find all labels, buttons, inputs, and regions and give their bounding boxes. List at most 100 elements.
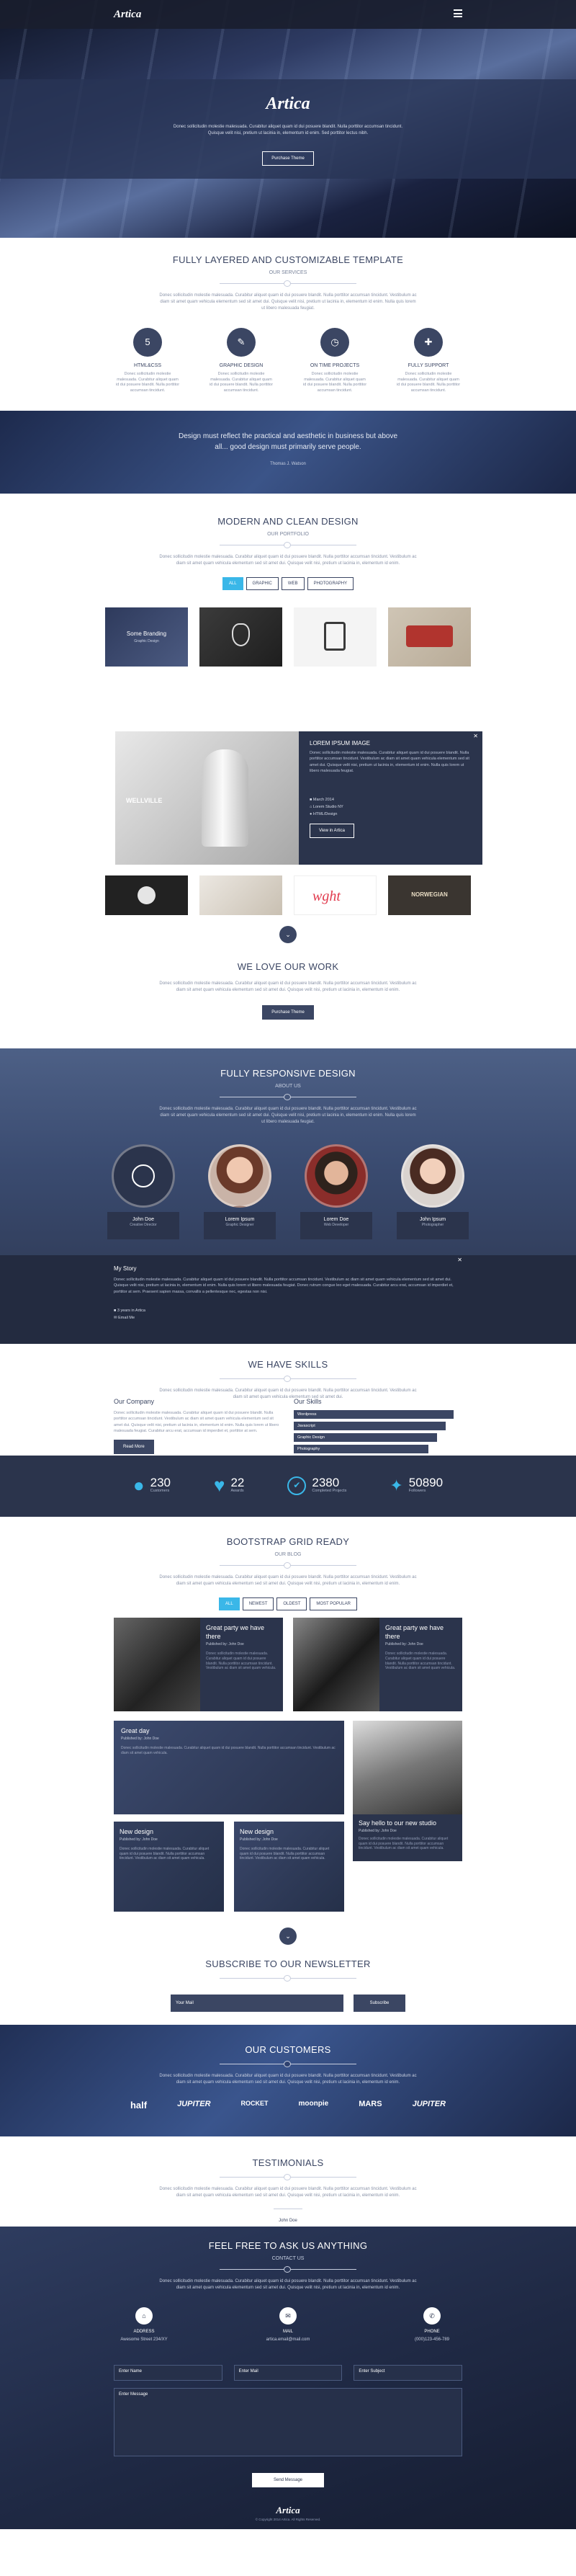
story-meta-2[interactable]: ✉ Email Me: [114, 1316, 135, 1321]
detail-tags: ● HTML/Design: [310, 812, 338, 816]
tab-newest[interactable]: NEWEST: [242, 1597, 274, 1611]
portfolio-item[interactable]: [105, 875, 188, 915]
blog-card[interactable]: Great party we have there Published by: …: [114, 1618, 283, 1711]
tab-most-popular[interactable]: MOST POPULAR: [310, 1597, 357, 1611]
contact-info-item: ⌂ ADDRESS Awesome Street 234/XY: [112, 2307, 176, 2343]
subscribe-button[interactable]: Subscribe: [354, 1994, 405, 2012]
avatar: [112, 1144, 175, 1208]
email-input[interactable]: Enter Mail: [233, 2365, 343, 2381]
contact-info-item: ✆ PHONE (000)123-456-789: [400, 2307, 464, 2343]
contact-subtitle: CONTACT US: [271, 2255, 305, 2261]
quote-section: Design must reflect the practical and ae…: [0, 411, 576, 494]
skills-column: Our Skills Wordpress Javascript Graphic De…: [294, 1397, 462, 1456]
services-section: FULLY LAYERED AND CUSTOMIZABLE TEMPLATE …: [0, 238, 576, 411]
blog-card[interactable]: Great party we have there Published by: …: [293, 1618, 462, 1711]
badge-logo-icon: [406, 625, 453, 648]
blog-post-meta: Published by: John Doe: [359, 1829, 397, 1834]
stat-number: 50890: [408, 1476, 444, 1490]
blog-post-title: New design: [240, 1828, 274, 1835]
story-title: My Story: [114, 1265, 137, 1272]
message-textarea[interactable]: Enter Message: [114, 2388, 462, 2456]
avatar: [208, 1144, 271, 1208]
blog-post-text: Donec sollicitudin molestie malesuada. C…: [359, 1836, 449, 1851]
skill-bar: Javascript: [294, 1422, 446, 1431]
contact-value[interactable]: artica.email@mail.com: [256, 2337, 320, 2343]
portfolio-item[interactable]: [199, 607, 282, 667]
contact-label: PHONE: [424, 2329, 440, 2334]
team-member[interactable]: John Doe Creative Director: [107, 1144, 179, 1239]
chevron-down-icon[interactable]: ⌄: [279, 1927, 297, 1945]
about-text: Donec sollicitudin molestie malesuada. C…: [159, 1106, 417, 1124]
team-role: Graphic Designer: [225, 1223, 254, 1228]
about-section: FULLY RESPONSIVE DESIGN ABOUT US Donec s…: [0, 1048, 576, 1344]
story-meta-1: ■ 3 years in Artica: [114, 1309, 145, 1313]
team-member[interactable]: Lorem Ipsum Graphic Designer: [204, 1144, 276, 1239]
portfolio-item[interactable]: [388, 607, 471, 667]
blog-subtitle: OUR BLOG: [274, 1551, 302, 1557]
blog-card[interactable]: New design Published by: John Doe Donec …: [114, 1822, 224, 1912]
contact-value: (000)123-456-789: [414, 2337, 450, 2343]
name-input[interactable]: Enter Name: [114, 2365, 222, 2381]
close-icon[interactable]: ✕: [473, 733, 478, 741]
divider: [220, 541, 356, 548]
services-title: FULLY LAYERED AND CUSTOMIZABLE TEMPLATE: [172, 254, 404, 265]
story-meta-1-text: 3 years in Artica: [117, 1309, 145, 1313]
blog-card[interactable]: Say hello to our new studio Published by…: [353, 1721, 462, 1861]
detail-view-button[interactable]: View in Artica: [310, 824, 354, 839]
subject-input[interactable]: Enter Subject: [354, 2365, 463, 2381]
team-member[interactable]: Lorem Doe Web Developer: [300, 1144, 372, 1239]
portfolio-item[interactable]: [199, 875, 282, 915]
story-meta-2-text: Email Me: [118, 1316, 135, 1320]
divider: [220, 1093, 356, 1100]
stats-section: ● 230 Customers ♥ 22 Awards ✔ 2380 Complete…: [0, 1456, 576, 1517]
detail-image: WELLVILLE: [115, 731, 299, 865]
menu-icon[interactable]: [454, 9, 462, 17]
tab-web[interactable]: WEB: [281, 576, 305, 591]
hero-purchase-button[interactable]: Purchase Theme: [262, 151, 314, 166]
portfolio-item[interactable]: wght: [294, 875, 377, 915]
tab-graphic[interactable]: GRAPHIC: [246, 576, 279, 591]
send-message-button[interactable]: Send Message: [252, 2473, 324, 2488]
service-item: 5 HTML&CSS Donec sollicitudin molestie m…: [115, 327, 180, 393]
read-more-button[interactable]: Read More: [114, 1440, 154, 1455]
service-item: ◷ ON TIME PROJECTS Donec sollicitudin mo…: [302, 327, 367, 393]
portfolio-row-1: Some Branding Graphic Design: [0, 607, 576, 667]
team-row: John Doe Creative Director Lorem Ipsum G…: [0, 1144, 576, 1239]
tab-photography[interactable]: PHOTOGRAPHY: [307, 576, 354, 591]
customer-logo: ROCKET: [240, 2099, 269, 2107]
contact-info-row: ⌂ ADDRESS Awesome Street 234/XY ✉ MAIL a…: [0, 2307, 576, 2343]
blog-post-meta: Published by: John Doe: [206, 1642, 244, 1647]
service-label: GRAPHIC DESIGN: [219, 362, 264, 368]
newsletter-email-input[interactable]: Your Mail: [171, 1994, 343, 2012]
contact-info-item: ✉ MAIL artica.email@mail.com: [256, 2307, 320, 2343]
close-icon[interactable]: ✕: [457, 1257, 462, 1265]
tab-oldest[interactable]: OLDEST: [276, 1597, 307, 1611]
portfolio-filter-tabs: ALL GRAPHIC WEB PHOTOGRAPHY: [0, 576, 576, 591]
portfolio-item[interactable]: Some Branding Graphic Design: [105, 607, 188, 667]
check-icon: ✔: [287, 1476, 307, 1495]
team-member[interactable]: John Ipsum Photographer: [397, 1144, 469, 1239]
service-text: Donec sollicitudin molestie malesuada. C…: [115, 372, 180, 393]
skills-section: WE HAVE SKILLS Donec sollicitudin molest…: [0, 1344, 576, 1456]
divider: [220, 2060, 356, 2067]
team-name: Lorem Doe: [323, 1216, 349, 1222]
blog-post-title: Great day: [121, 1727, 150, 1734]
tab-all[interactable]: ALL: [219, 1597, 240, 1611]
newsletter-title: SUBSCRIBE TO OUR NEWSLETTER: [205, 1958, 371, 1969]
work-text: Donec sollicitudin molestie malesuada. C…: [159, 981, 417, 992]
portfolio-item[interactable]: [294, 607, 377, 667]
tab-all[interactable]: ALL: [222, 576, 243, 591]
skill-bars: Wordpress Javascript Graphic Design Photogr…: [294, 1410, 462, 1454]
chevron-down-icon[interactable]: ⌄: [279, 926, 297, 943]
header-logo[interactable]: Artica: [114, 7, 141, 22]
story-panel: My Story Donec sollicitudin molestie mal…: [0, 1255, 576, 1344]
portfolio-item[interactable]: NORWEGIAN: [388, 875, 471, 915]
portfolio-text: Donec sollicitudin molestie malesuada. C…: [159, 554, 417, 566]
contact-label: ADDRESS: [133, 2329, 155, 2334]
team-role: Web Developer: [323, 1223, 349, 1228]
divider: [274, 2205, 302, 2212]
blog-card[interactable]: New design Published by: John Doe Donec …: [234, 1822, 344, 1912]
work-purchase-button[interactable]: Purchase Theme: [262, 1004, 314, 1020]
work-section: ⌄ WE LOVE OUR WORK Donec sollicitudin mo…: [0, 926, 576, 1048]
blog-card[interactable]: Great day Published by: John Doe Donec s…: [114, 1721, 344, 1814]
